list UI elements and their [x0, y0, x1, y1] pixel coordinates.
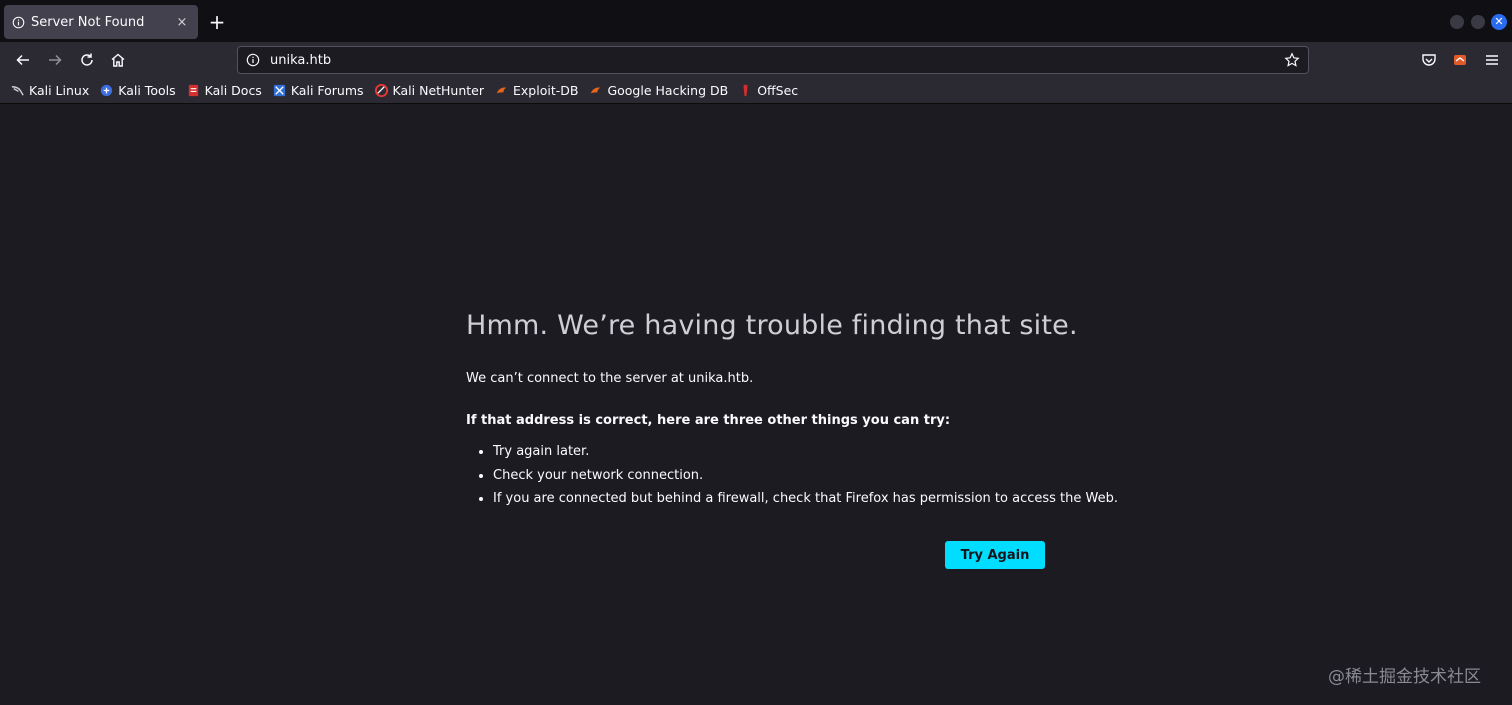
- tab-close-icon[interactable]: ×: [174, 15, 190, 30]
- info-icon: [12, 16, 25, 28]
- list-item: Try again later.: [493, 440, 1086, 464]
- tab-strip: Server Not Found × + ✕: [0, 0, 1512, 42]
- bookmark-kali-docs[interactable]: Kali Docs: [186, 83, 262, 98]
- kali-tools-icon: [101, 84, 113, 97]
- back-button[interactable]: [12, 49, 34, 71]
- list-item: Check your network connection.: [493, 464, 1086, 488]
- nav-toolbar: unika.htb: [0, 42, 1512, 78]
- maximize-button[interactable]: [1471, 15, 1485, 29]
- minimize-button[interactable]: [1450, 15, 1464, 29]
- window-close-button[interactable]: ✕: [1491, 14, 1507, 30]
- home-button[interactable]: [107, 49, 129, 71]
- kali-dragon-icon: [11, 86, 24, 96]
- suggestions-heading: If that address is correct, here are thr…: [466, 413, 951, 428]
- new-tab-button[interactable]: +: [206, 11, 228, 33]
- suggestions-list: Try again later. Check your network conn…: [466, 440, 1118, 511]
- list-item: If you are connected but behind a firewa…: [493, 487, 1118, 511]
- try-again-button[interactable]: Try Again: [945, 541, 1045, 569]
- bookmark-star-icon[interactable]: [1284, 52, 1300, 68]
- error-description: We can’t connect to the server at unika.…: [466, 371, 754, 386]
- bookmark-google-hacking-db[interactable]: Google Hacking DB: [588, 83, 728, 98]
- bookmarks-toolbar: Kali Linux Kali Tools Kali Docs Kali For…: [0, 78, 1512, 104]
- kali-forums-icon: [273, 84, 285, 97]
- url-text[interactable]: unika.htb: [270, 53, 1284, 68]
- bookmark-kali-tools[interactable]: Kali Tools: [99, 83, 176, 98]
- forward-arrow-icon: [49, 54, 62, 66]
- forward-button[interactable]: [44, 49, 66, 71]
- watermark: @稀土掘金技术社区: [1328, 667, 1481, 687]
- bookmark-kali-linux[interactable]: Kali Linux: [10, 83, 89, 98]
- reload-button[interactable]: [76, 49, 98, 71]
- bookmark-kali-nethunter[interactable]: Kali NetHunter: [374, 83, 484, 98]
- address-bar[interactable]: unika.htb: [237, 46, 1309, 74]
- nethunter-icon: [374, 83, 388, 98]
- ghdb-icon: [591, 87, 601, 94]
- back-arrow-icon: [16, 54, 29, 66]
- menu-icon[interactable]: [1484, 52, 1500, 68]
- error-title: Hmm. We’re having trouble finding that s…: [466, 310, 1078, 341]
- tab-server-not-found[interactable]: Server Not Found ×: [4, 5, 198, 39]
- home-icon: [111, 53, 125, 67]
- kali-docs-icon: [188, 84, 198, 97]
- offsec-icon: [743, 84, 748, 97]
- error-page-content: Hmm. We’re having trouble finding that s…: [466, 310, 1118, 511]
- pocket-icon[interactable]: [1421, 52, 1437, 68]
- exploit-db-icon: [496, 87, 507, 94]
- tab-title: Server Not Found: [31, 14, 145, 30]
- extension-icon[interactable]: [1452, 52, 1468, 68]
- site-info-icon[interactable]: [246, 53, 260, 67]
- reload-icon: [81, 53, 93, 66]
- bookmark-offsec[interactable]: OffSec: [738, 83, 798, 98]
- bookmark-kali-forums[interactable]: Kali Forums: [272, 83, 364, 98]
- bookmark-exploit-db[interactable]: Exploit-DB: [494, 83, 578, 98]
